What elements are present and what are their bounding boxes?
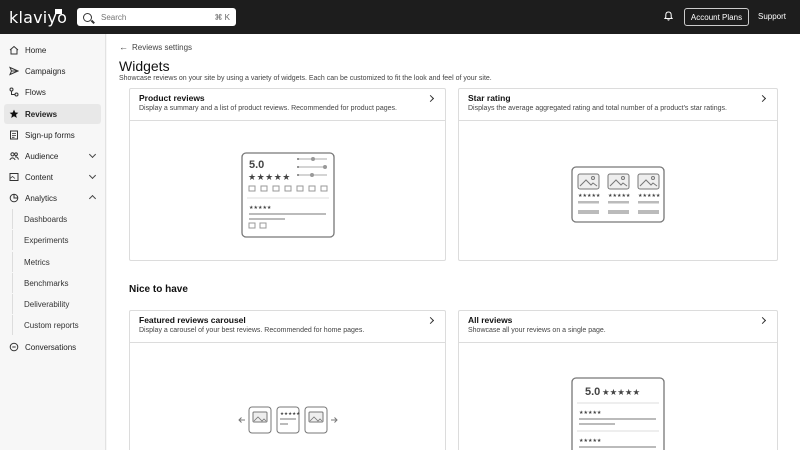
illustration-stars: ★★★★★ [248,173,291,183]
illustration-rating: 5.0 [585,386,600,398]
bell-icon[interactable] [664,11,673,21]
sidebar-sub-metrics[interactable]: Metrics [12,252,100,272]
back-link[interactable]: ← Reviews settings [119,42,192,52]
illustration-stars: ★★★★★ [608,193,631,199]
sidebar-item-analytics[interactable]: Analytics [4,188,101,208]
sidebar-item-conversations[interactable]: Conversations [4,337,101,357]
illustration-stars: ★★★★★ [578,193,601,199]
carousel-illustration: ★★★★★ [238,406,338,434]
sidebar-sub-experiments[interactable]: Experiments [12,230,100,250]
logo-flag-icon [55,9,62,14]
sidebar-item-label: Campaigns [25,66,66,76]
illustration-stars: ★★★★★ [638,193,661,199]
sidebar-sub-benchmarks[interactable]: Benchmarks [12,273,100,293]
main-content: ← Reviews settings Widgets Showcase revi… [107,34,800,450]
card-header: All reviews Showcase all your reviews on… [459,311,777,343]
flow-icon [9,87,19,97]
widget-card-product-reviews[interactable]: Product reviews Display a summary and a … [129,88,446,261]
sidebar-item-label: Reviews [25,109,58,119]
sidebar-item-home[interactable]: Home [4,40,101,60]
sidebar-item-audience[interactable]: Audience [4,146,101,166]
illustration-stars: ★★★★★ [602,388,640,398]
home-icon [9,45,19,55]
illustration-rating: 5.0 [249,159,264,171]
product-reviews-illustration: 5.0 ★★★★★ ★★★★★ [241,152,335,238]
sidebar-item-label: Conversations [25,342,77,352]
sidebar-sub-dashboards[interactable]: Dashboards [12,209,100,229]
chevron-right-icon [426,94,435,103]
support-link[interactable]: Support [758,12,786,21]
card-header: Product reviews Display a summary and a … [130,89,445,121]
card-description: Display a carousel of your best reviews.… [139,327,365,334]
sidebar: Home Campaigns Flows Reviews Sign-up for… [0,34,106,450]
page-subtitle: Showcase reviews on your site by using a… [119,75,492,82]
people-icon [9,152,19,161]
star-icon [9,109,19,118]
widget-card-star-rating[interactable]: Star rating Displays the average aggrega… [458,88,778,261]
content-icon [9,173,19,181]
card-title: Product reviews [139,93,205,103]
all-reviews-illustration: 5.0 ★★★★★ ★★★★★ ★★★★★ [571,377,665,450]
account-plans-button[interactable]: Account Plans [684,8,749,26]
arrow-left-icon: ← [119,42,128,52]
sidebar-sub-deliverability[interactable]: Deliverability [12,294,100,314]
back-link-label: Reviews settings [132,42,193,52]
sidebar-item-label: Content [25,172,54,182]
page-title: Widgets [119,58,170,74]
sidebar-item-campaigns[interactable]: Campaigns [4,61,101,81]
card-description: Showcase all your reviews on a single pa… [468,327,606,334]
search-shortcut: ⌘ K [214,12,230,22]
card-title: Star rating [468,93,511,103]
illustration-stars: ★★★★★ [280,411,300,417]
search-input[interactable] [101,12,211,22]
sidebar-item-label: Flows [25,87,46,97]
search-icon [83,12,92,22]
chevron-down-icon [88,150,97,159]
sidebar-item-label: Analytics [25,193,58,203]
card-description: Display a summary and a list of product … [139,105,397,112]
search-box[interactable]: ⌘ K [77,8,236,26]
sidebar-item-label: Home [25,45,47,55]
chevron-up-icon [88,194,97,203]
card-title: Featured reviews carousel [139,315,246,325]
card-header: Star rating Displays the average aggrega… [459,89,777,121]
chevron-right-icon [426,316,435,325]
chevron-down-icon [88,171,97,180]
sidebar-item-signup-forms[interactable]: Sign-up forms [4,125,101,145]
sidebar-item-content[interactable]: Content [4,167,101,187]
analytics-icon [9,193,19,203]
sidebar-item-label: Audience [25,151,59,161]
chevron-right-icon [758,316,767,325]
chevron-right-icon [758,94,767,103]
sidebar-item-flows[interactable]: Flows [4,82,101,102]
top-bar: klaviyo ⌘ K Account Plans Support [0,0,800,34]
sidebar-item-reviews[interactable]: Reviews [4,104,101,124]
sidebar-sub-custom-reports[interactable]: Custom reports [12,315,100,335]
card-title: All reviews [468,315,513,325]
send-icon [9,66,19,76]
card-header: Featured reviews carousel Display a caro… [130,311,445,343]
illustration-small-stars: ★★★★★ [249,205,272,211]
chat-icon [9,342,19,352]
section-title-nice-to-have: Nice to have [129,284,188,295]
widget-card-featured-carousel[interactable]: Featured reviews carousel Display a caro… [129,310,446,450]
sidebar-item-label: Sign-up forms [25,130,75,140]
star-rating-illustration: ★★★★★ ★★★★★ ★★★★★ [571,166,665,223]
illustration-small-stars: ★★★★★ [579,410,602,416]
card-description: Displays the average aggregated rating a… [468,105,727,112]
widget-card-all-reviews[interactable]: All reviews Showcase all your reviews on… [458,310,778,450]
form-icon [10,130,18,140]
illustration-small-stars: ★★★★★ [579,438,602,444]
